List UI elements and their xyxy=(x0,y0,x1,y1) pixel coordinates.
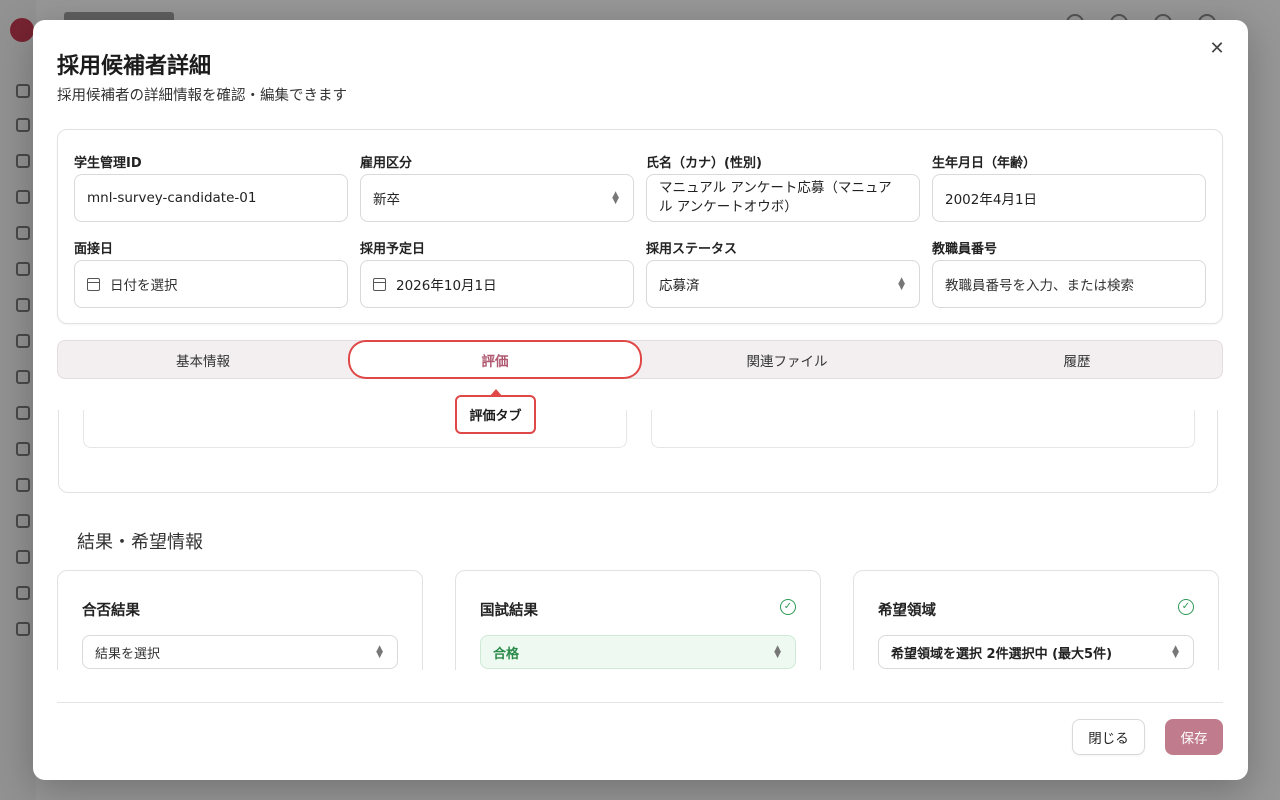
pass-fail-result-card: 合否結果 結果を選択 ▲ ▼ xyxy=(57,570,423,670)
hire-status-field: 採用ステータス 応募済 ▲ ▼ xyxy=(646,238,920,308)
staff-number-input[interactable]: 教職員番号を入力、または検索 xyxy=(932,260,1206,308)
tab-history[interactable]: 履歴 xyxy=(932,341,1222,378)
pass-fail-result-select[interactable]: 結果を選択 ▲ ▼ xyxy=(82,635,398,669)
student-id-input[interactable]: mnl-survey-candidate-01 xyxy=(74,174,348,222)
hire-status-label: 採用ステータス xyxy=(646,242,738,257)
pass-fail-result-value: 結果を選択 xyxy=(95,646,161,662)
birthdate-input[interactable]: 2002年4月1日 xyxy=(932,174,1206,222)
calendar-icon xyxy=(373,277,386,291)
interview-date-placeholder: 日付を選択 xyxy=(110,278,178,294)
tab-evaluation[interactable]: 評価 xyxy=(350,342,640,377)
hire-status-value: 応募済 xyxy=(659,278,700,294)
student-id-field: 学生管理ID mnl-survey-candidate-01 xyxy=(74,152,348,222)
evaluation-subcard xyxy=(651,410,1195,448)
student-id-label: 学生管理ID xyxy=(74,156,142,171)
chevron-up-down-icon: ▲ ▼ xyxy=(612,190,619,206)
name-input[interactable]: マニュアル アンケート応募（マニュアル アンケートオウボ） xyxy=(646,174,920,222)
staff-number-field: 教職員番号 教職員番号を入力、または検索 xyxy=(932,238,1206,308)
staff-number-placeholder: 教職員番号を入力、または検索 xyxy=(945,278,1134,294)
calendar-icon xyxy=(87,277,100,291)
employment-type-field: 雇用区分 新卒 ▲ ▼ xyxy=(360,152,634,222)
tab-content-scroll-area[interactable]: 結果・希望情報 合否結果 結果を選択 ▲ ▼ 国試結果 ✓ 合格 ▲ ▼ 希望領域 … xyxy=(57,410,1223,670)
interview-date-field: 面接日 日付を選択 xyxy=(74,238,348,308)
chevron-up-down-icon: ▲ ▼ xyxy=(376,644,383,660)
modal-title: 採用候補者詳細 xyxy=(57,54,212,79)
staff-number-label: 教職員番号 xyxy=(932,242,998,257)
evaluation-card xyxy=(58,410,1218,493)
interview-date-picker[interactable]: 日付を選択 xyxy=(74,260,348,308)
modal-subtitle: 採用候補者の詳細情報を確認・編集できます xyxy=(57,88,347,104)
employment-type-label: 雇用区分 xyxy=(360,156,413,171)
tab-basic-info[interactable]: 基本情報 xyxy=(58,341,348,378)
employment-type-select[interactable]: 新卒 ▲ ▼ xyxy=(360,174,634,222)
desired-field-card: 希望領域 ✓ 希望領域を選択 2件選択中 (最大5件) ▲ ▼ xyxy=(853,570,1219,670)
birthdate-value: 2002年4月1日 xyxy=(945,192,1038,208)
national-exam-result-select[interactable]: 合格 ▲ ▼ xyxy=(480,635,796,669)
name-label: 氏名（カナ）(性別) xyxy=(646,156,762,171)
planned-hire-date-value: 2026年10月1日 xyxy=(396,278,497,294)
national-exam-result-title: 国試結果 xyxy=(480,603,538,619)
close-icon[interactable]: ✕ xyxy=(1208,40,1226,58)
footer-divider xyxy=(57,702,1223,703)
evaluation-subcard xyxy=(83,410,627,448)
results-section-title: 結果・希望情報 xyxy=(77,532,203,553)
name-field: 氏名（カナ）(性別) マニュアル アンケート応募（マニュアル アンケートオウボ） xyxy=(646,152,920,222)
hire-status-select[interactable]: 応募済 ▲ ▼ xyxy=(646,260,920,308)
save-button[interactable]: 保存 xyxy=(1165,719,1223,755)
birthdate-field: 生年月日（年齢） 2002年4月1日 xyxy=(932,152,1206,222)
chevron-up-down-icon: ▲ ▼ xyxy=(1172,644,1179,660)
tab-related-files[interactable]: 関連ファイル xyxy=(642,341,932,378)
planned-hire-date-field: 採用予定日 2026年10月1日 xyxy=(360,238,634,308)
name-value: マニュアル アンケート応募（マニュアル アンケートオウボ） xyxy=(659,180,892,215)
candidate-detail-modal: ✕ 採用候補者詳細 採用候補者の詳細情報を確認・編集できます 学生管理ID mn… xyxy=(33,20,1248,780)
pass-fail-result-title: 合否結果 xyxy=(82,603,140,619)
desired-field-select[interactable]: 希望領域を選択 2件選択中 (最大5件) ▲ ▼ xyxy=(878,635,1194,669)
chevron-up-down-icon: ▲ ▼ xyxy=(774,644,781,660)
planned-hire-date-picker[interactable]: 2026年10月1日 xyxy=(360,260,634,308)
planned-hire-date-label: 採用予定日 xyxy=(360,242,426,257)
close-button[interactable]: 閉じる xyxy=(1072,719,1145,755)
birthdate-label: 生年月日（年齢） xyxy=(932,156,1037,171)
desired-field-value: 希望領域を選択 2件選択中 (最大5件) xyxy=(891,646,1113,662)
student-id-value: mnl-survey-candidate-01 xyxy=(87,190,257,206)
national-exam-result-card: 国試結果 ✓ 合格 ▲ ▼ xyxy=(455,570,821,670)
desired-field-title: 希望領域 xyxy=(878,603,936,619)
candidate-fields-card: 学生管理ID mnl-survey-candidate-01 雇用区分 新卒 ▲… xyxy=(57,129,1223,324)
check-circle-icon: ✓ xyxy=(1178,599,1194,615)
evaluation-tab-tooltip: 評価タブ xyxy=(455,389,536,434)
national-exam-result-value: 合格 xyxy=(493,646,520,662)
detail-tabs: 基本情報 評価 関連ファイル 履歴 xyxy=(57,340,1223,379)
interview-date-label: 面接日 xyxy=(74,242,114,257)
employment-type-value: 新卒 xyxy=(373,192,400,208)
check-circle-icon: ✓ xyxy=(780,599,796,615)
chevron-up-down-icon: ▲ ▼ xyxy=(898,276,905,292)
